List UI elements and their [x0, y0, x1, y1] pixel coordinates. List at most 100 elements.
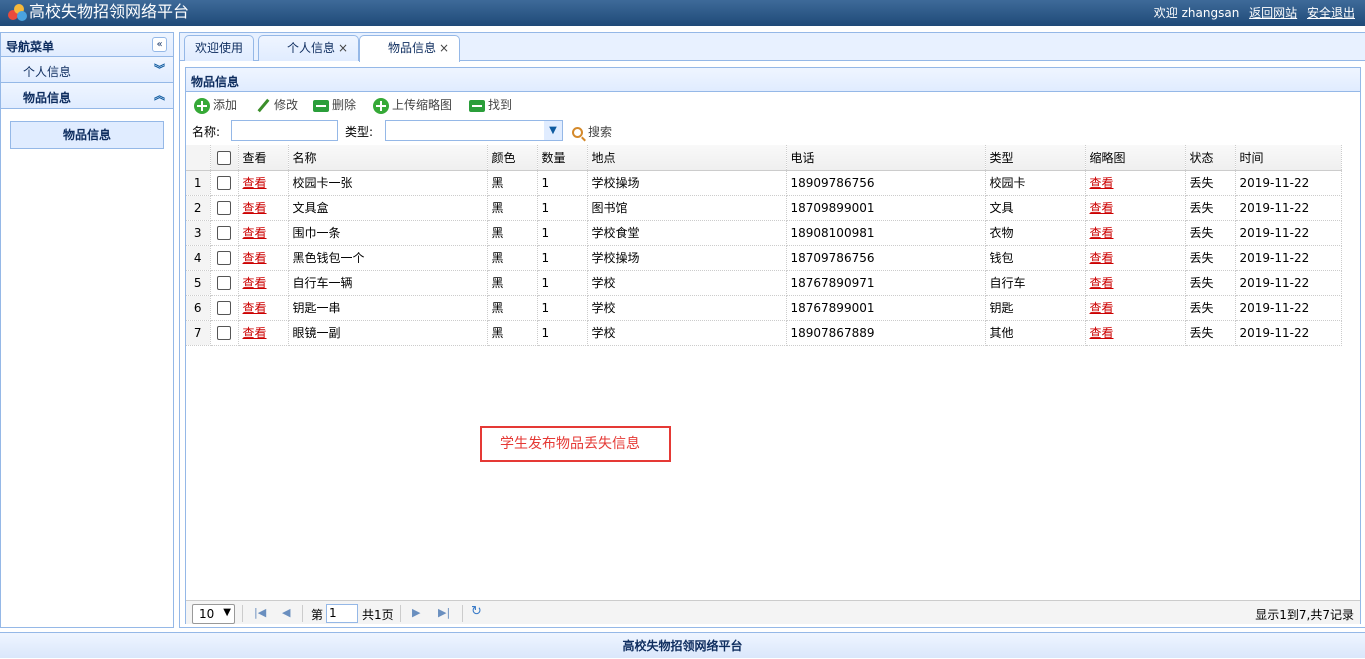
sidebar-section-body: 物品信息: [1, 109, 173, 161]
table-row[interactable]: 5 查看 自行车一辆黑 1 学校 18767890971 自行车 查看 丢失 2019-11-22: [186, 270, 1342, 296]
next-page-icon[interactable]: ▶: [412, 606, 420, 619]
row-checkbox[interactable]: [210, 220, 239, 246]
tab-personal-info[interactable]: 个人信息 ×: [258, 35, 360, 61]
column-header[interactable]: 查看: [238, 145, 289, 171]
view-link[interactable]: 查看: [243, 326, 267, 340]
back-to-site-link[interactable]: 返回网站: [1249, 6, 1297, 20]
column-header[interactable]: 状态: [1185, 145, 1236, 171]
view-link[interactable]: 查看: [1090, 326, 1114, 340]
separator: [302, 605, 303, 622]
table-row[interactable]: 6 查看 钥匙一串黑 1 学校 18767899001 钥匙 查看 丢失 2019-11-22: [186, 295, 1342, 321]
name-label: 名称:: [192, 125, 221, 139]
sidebar-item-item-info[interactable]: 物品信息: [10, 121, 164, 149]
cell-color: 黑: [487, 220, 538, 246]
row-number: 1: [186, 170, 211, 196]
view-link[interactable]: 查看: [1090, 176, 1114, 190]
cell-name: 黑色钱包一个: [288, 245, 488, 271]
row-checkbox[interactable]: [210, 245, 239, 271]
row-checkbox[interactable]: [210, 195, 239, 221]
cell-qty: 1: [537, 320, 588, 346]
search-icon: [572, 127, 583, 138]
search-button[interactable]: 搜索: [572, 123, 612, 140]
cell-name: 校园卡一张: [288, 170, 488, 196]
view-link[interactable]: 查看: [243, 276, 267, 290]
view-link[interactable]: 查看: [1090, 226, 1114, 240]
tab-welcome[interactable]: 欢迎使用: [184, 35, 255, 61]
cell-status: 丢失: [1185, 220, 1236, 246]
chevron-down-icon[interactable]: ▼: [544, 121, 562, 140]
first-page-icon[interactable]: |◀: [254, 606, 266, 619]
row-checkbox[interactable]: [210, 295, 239, 321]
cell-name: 文具盒: [288, 195, 488, 221]
view-link[interactable]: 查看: [243, 176, 267, 190]
page-size-select[interactable]: 10 ▼: [192, 604, 235, 624]
cell-qty: 1: [537, 270, 588, 296]
cell-type: 钥匙: [985, 295, 1086, 321]
found-button[interactable]: 找到: [469, 97, 512, 113]
select-all-checkbox[interactable]: [210, 145, 239, 171]
cell-time: 2019-11-22: [1235, 270, 1342, 296]
main-area: 欢迎使用 个人信息 × 物品信息 × 物品信息 添加 修改 删除 上传缩略图 找…: [179, 32, 1365, 628]
column-header[interactable]: 缩略图: [1085, 145, 1186, 171]
row-checkbox[interactable]: [210, 320, 239, 346]
chevron-down-icon: ▼: [223, 607, 231, 618]
cell-place: 学校食堂: [587, 220, 787, 246]
cell-place: 学校: [587, 295, 787, 321]
logout-link[interactable]: 安全退出: [1307, 6, 1355, 20]
last-page-icon[interactable]: ▶|: [438, 606, 450, 619]
column-header[interactable]: 时间: [1235, 145, 1342, 171]
delete-button[interactable]: 删除: [313, 97, 356, 113]
row-checkbox[interactable]: [210, 270, 239, 296]
table-row[interactable]: 1 查看 校园卡一张黑 1 学校操场 18909786756 校园卡 查看 丢失 2019-11-…: [186, 170, 1342, 196]
column-header[interactable]: 电话: [786, 145, 986, 171]
delete-label: 删除: [332, 98, 357, 112]
search-bar: 名称: 类型: ▼ 搜索: [186, 118, 1360, 144]
cell-view: 查看: [238, 295, 289, 321]
column-header[interactable]: 数量: [537, 145, 588, 171]
table-row[interactable]: 4 查看 黑色钱包一个黑 1 学校操场 18709786756 钱包 查看 丢失 2019-11-…: [186, 245, 1342, 271]
upload-thumbnail-button[interactable]: 上传缩略图: [373, 97, 452, 114]
view-link[interactable]: 查看: [243, 201, 267, 215]
table-row[interactable]: 7 查看 眼镜一副黑 1 学校 18907867889 其他 查看 丢失 2019-11-22: [186, 320, 1342, 346]
edit-button[interactable]: 修改: [255, 97, 298, 113]
cell-status: 丢失: [1185, 295, 1236, 321]
row-number: 6: [186, 295, 211, 321]
row-number: 4: [186, 245, 211, 271]
view-link[interactable]: 查看: [243, 301, 267, 315]
table-row[interactable]: 2 查看 文具盒黑 1 图书馆 18709899001 文具 查看 丢失 2019-11-22: [186, 195, 1342, 221]
view-link[interactable]: 查看: [243, 226, 267, 240]
sidebar-section-items[interactable]: 物品信息 ︽: [1, 83, 173, 109]
column-header[interactable]: 颜色: [487, 145, 538, 171]
view-link[interactable]: 查看: [243, 251, 267, 265]
type-select[interactable]: ▼: [385, 120, 563, 141]
column-header[interactable]: 地点: [587, 145, 787, 171]
close-icon[interactable]: ×: [338, 41, 348, 55]
separator: [400, 605, 401, 622]
double-chevron-left-icon[interactable]: «: [152, 37, 167, 52]
annotation-box: 学生发布物品丢失信息: [480, 426, 671, 462]
pagination-bar: 10 ▼ |◀ ◀ 第 1 共1页 ▶ ▶| ↻ 显示1到7,共7记录: [186, 600, 1360, 624]
refresh-icon[interactable]: ↻: [471, 604, 482, 619]
tab-item-info[interactable]: 物品信息 ×: [359, 35, 461, 62]
column-header[interactable]: 名称: [288, 145, 488, 171]
name-input[interactable]: [231, 120, 338, 141]
page-number-input[interactable]: 1: [326, 604, 358, 623]
sidebar-section-personal[interactable]: 个人信息 ︾: [1, 57, 173, 83]
row-checkbox[interactable]: [210, 170, 239, 196]
table-row[interactable]: 3 查看 围巾一条黑 1 学校食堂 18908100981 衣物 查看 丢失 2019-11-22: [186, 220, 1342, 246]
view-link[interactable]: 查看: [1090, 276, 1114, 290]
cell-phone: 18767899001: [786, 295, 986, 321]
prev-page-icon[interactable]: ◀: [282, 606, 290, 619]
toolbar: 添加 修改 删除 上传缩略图 找到: [186, 92, 1360, 118]
cell-color: 黑: [487, 195, 538, 221]
add-button[interactable]: 添加: [194, 97, 237, 114]
view-link[interactable]: 查看: [1090, 201, 1114, 215]
view-link[interactable]: 查看: [1090, 251, 1114, 265]
column-header[interactable]: 类型: [985, 145, 1086, 171]
cell-view: 查看: [238, 220, 289, 246]
sidebar-header: 导航菜单 «: [1, 33, 173, 57]
view-link[interactable]: 查看: [1090, 301, 1114, 315]
sidebar-section-label: 个人信息: [23, 65, 72, 79]
cell-phone: 18767890971: [786, 270, 986, 296]
close-icon[interactable]: ×: [439, 41, 449, 55]
